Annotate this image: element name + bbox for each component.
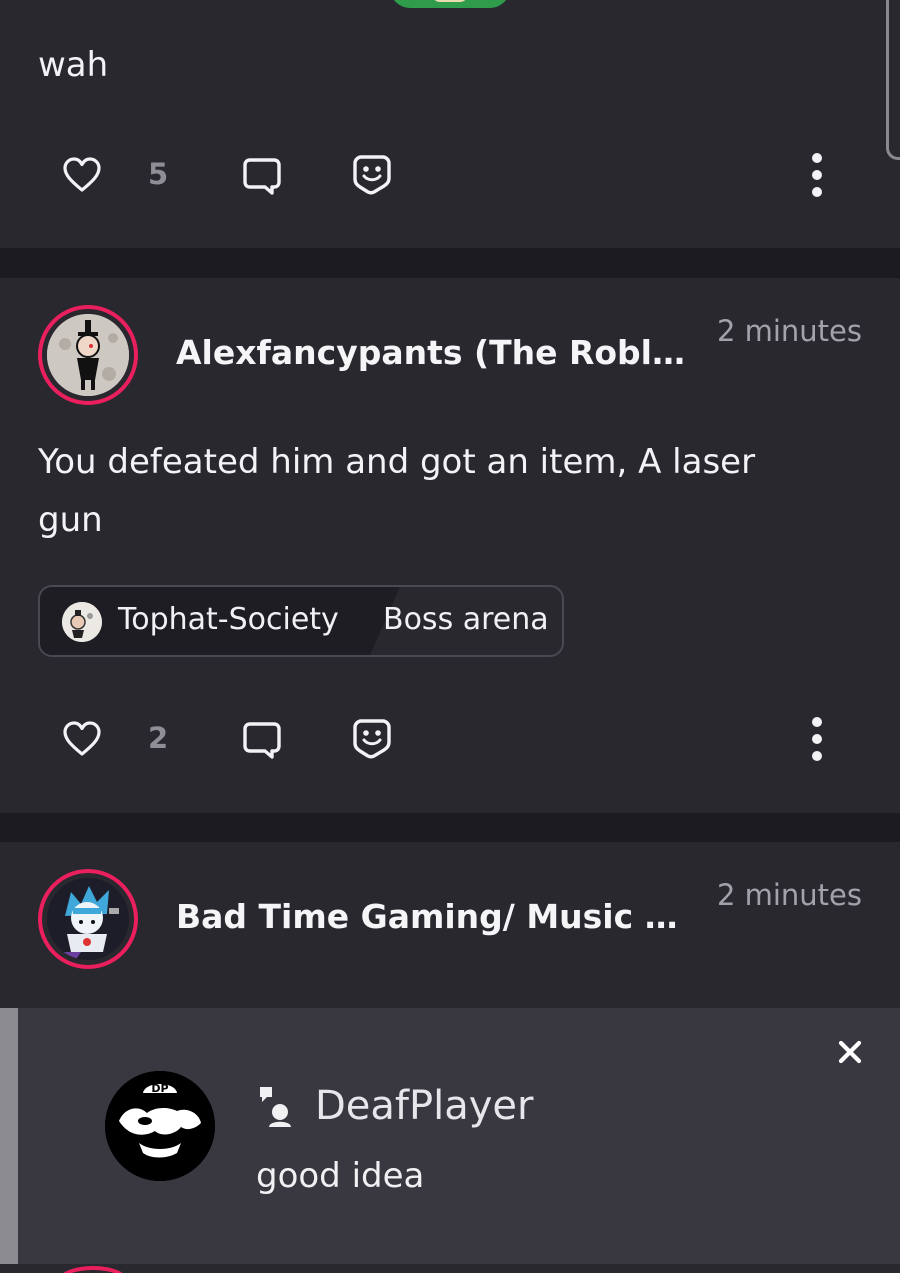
more-vertical-icon[interactable] <box>806 716 828 762</box>
avatar[interactable] <box>38 869 138 969</box>
like-count: 2 <box>148 721 169 755</box>
community-topic-tag[interactable]: Tophat-Society Boss arena <box>38 585 564 657</box>
like-count: 5 <box>148 157 169 191</box>
post-actions: 5 <box>0 151 900 201</box>
avatar[interactable] <box>38 305 138 405</box>
post-card[interactable]: wah 5 <box>0 0 900 248</box>
comment-icon[interactable] <box>241 719 283 761</box>
comment-icon[interactable] <box>241 155 283 197</box>
author-handle: @... <box>644 897 686 936</box>
post-card[interactable]: Alexfancypants (The Roblo... 2 minutes Y… <box>0 278 900 813</box>
sender-name: DeafPlayer <box>315 1083 534 1129</box>
avatar-image <box>47 878 129 960</box>
post-text: wah <box>38 45 109 85</box>
heart-icon[interactable] <box>62 157 102 193</box>
scrollbar[interactable] <box>886 0 900 160</box>
avatar-initials: DP <box>151 1082 168 1095</box>
post-actions: 2 <box>0 715 900 765</box>
sticker-icon[interactable] <box>352 154 392 196</box>
author-name[interactable]: Alexfancypants (The Roblo... <box>176 333 686 372</box>
feed: wah 5 Alexfancypants (The Roblo... 2 min… <box>0 0 900 1273</box>
community-name: Tophat-Society <box>118 602 339 637</box>
community-icon <box>62 602 102 642</box>
notification-accent-bar <box>0 1008 18 1264</box>
sticker-icon[interactable] <box>352 718 392 760</box>
timestamp: 2 minutes <box>716 314 862 348</box>
sender-avatar: DP <box>105 1071 215 1181</box>
author-name[interactable]: Bad Time Gaming/ Music @... <box>176 897 686 936</box>
timestamp: 2 minutes <box>716 878 862 912</box>
close-icon[interactable] <box>836 1038 864 1066</box>
heart-icon[interactable] <box>62 721 102 757</box>
message-notification[interactable]: DP DeafPlayer good idea <box>0 1008 900 1264</box>
chat-bubble-icon <box>260 1087 291 1127</box>
post-image <box>390 0 510 8</box>
avatar-image <box>47 314 129 396</box>
more-vertical-icon[interactable] <box>806 152 828 198</box>
notification-message: good idea <box>256 1156 425 1196</box>
post-text: You defeated him and got an item, A lase… <box>38 442 756 540</box>
topic-name[interactable]: Boss arena <box>383 602 549 637</box>
